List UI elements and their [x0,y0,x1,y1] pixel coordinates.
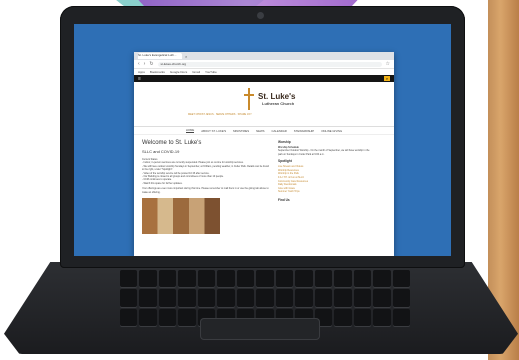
site-name[interactable]: St. Luke's [258,92,295,101]
nav-about[interactable]: ABOUT ST. LUKE'S [201,129,226,133]
church-interior-photo [142,198,220,235]
find-us-heading: Find Us [278,197,290,202]
browser-tab[interactable]: St. Luke's Evangelical Luth... [138,53,182,59]
trackpad [200,318,320,340]
forward-icon[interactable]: › [144,60,146,68]
site-subtitle: Lutheran Church [262,101,295,106]
page-content: Welcome to St. Luke's SLLC and COVID-19 … [134,135,394,239]
close-icon[interactable]: × [185,54,187,59]
site-header: St. Luke's Lutheran Church MEET CHRIST J… [134,82,394,127]
laptop-screen: St. Luke's Evangelical Luth... × ‹ › ↻ s… [74,24,451,256]
spotlight-link[interactable]: Summer Youth Trips [278,190,373,194]
nav-online-giving[interactable]: ONLINE GIVING [321,129,342,133]
cross-logo-icon[interactable] [244,88,254,110]
browser-window: St. Luke's Evangelical Luth... × ‹ › ↻ s… [134,52,394,256]
site-tagline: MEET CHRIST JESUS · SERVE OTHERS · SHARE… [188,113,252,116]
main-column: Welcome to St. Luke's SLLC and COVID-19 … [142,140,270,235]
star-icon[interactable]: ☆ [386,60,390,68]
bookmark-item[interactable]: Apps [138,70,145,74]
laptop-lid: St. Luke's Evangelical Luth... × ‹ › ↻ s… [60,6,465,268]
nav-calendar[interactable]: CALENDAR [272,129,287,133]
section-title: SLLC and COVID-19 [142,149,180,154]
reload-icon[interactable]: ↻ [149,60,153,68]
worship-schedule-text: September Outdoor Worship - On the month… [278,149,370,156]
page-title: Welcome to St. Luke's [142,140,202,146]
site-nav: HOME ABOUT ST. LUKE'S MINISTRIES NEWS CA… [134,127,394,135]
status-line: - Watch this space for further updates. [142,181,183,185]
sidebar: Worship Worship Schedule September Outdo… [278,140,373,234]
spotlight-heading: Spotlight [278,159,292,164]
nav-stewardship[interactable]: STEWARDSHIP [294,129,314,133]
bookmark-item[interactable]: Google Docs [170,70,187,74]
nav-home[interactable]: HOME [185,128,195,133]
nav-ministries[interactable]: MINISTRIES [233,129,249,133]
nav-news[interactable]: NEWS [256,129,264,133]
bookmark-item[interactable]: Gmail [192,70,200,74]
search-icon[interactable]: ⌕ [384,76,390,81]
bookmark-item[interactable]: YouTube [205,70,217,74]
spotlight-list: Live Stream and Videos Worship Resources… [278,165,373,194]
site-topbar: ≡ ⌕ [134,75,394,82]
address-bar: ‹ › ↻ st-lukes-church.org ☆ [134,60,394,69]
status-line: - We will have outdoor worship Sundays i… [142,164,269,172]
offering-note: Your offerings are even more important d… [142,187,269,194]
bookmark-item[interactable]: Bookmarks [150,70,165,74]
tab-bar: St. Luke's Evangelical Luth... × [134,52,394,60]
worship-heading: Worship [278,140,291,144]
back-icon[interactable]: ‹ [138,60,140,68]
webcam-icon [257,12,264,19]
url-input[interactable]: st-lukes-church.org [157,61,382,67]
